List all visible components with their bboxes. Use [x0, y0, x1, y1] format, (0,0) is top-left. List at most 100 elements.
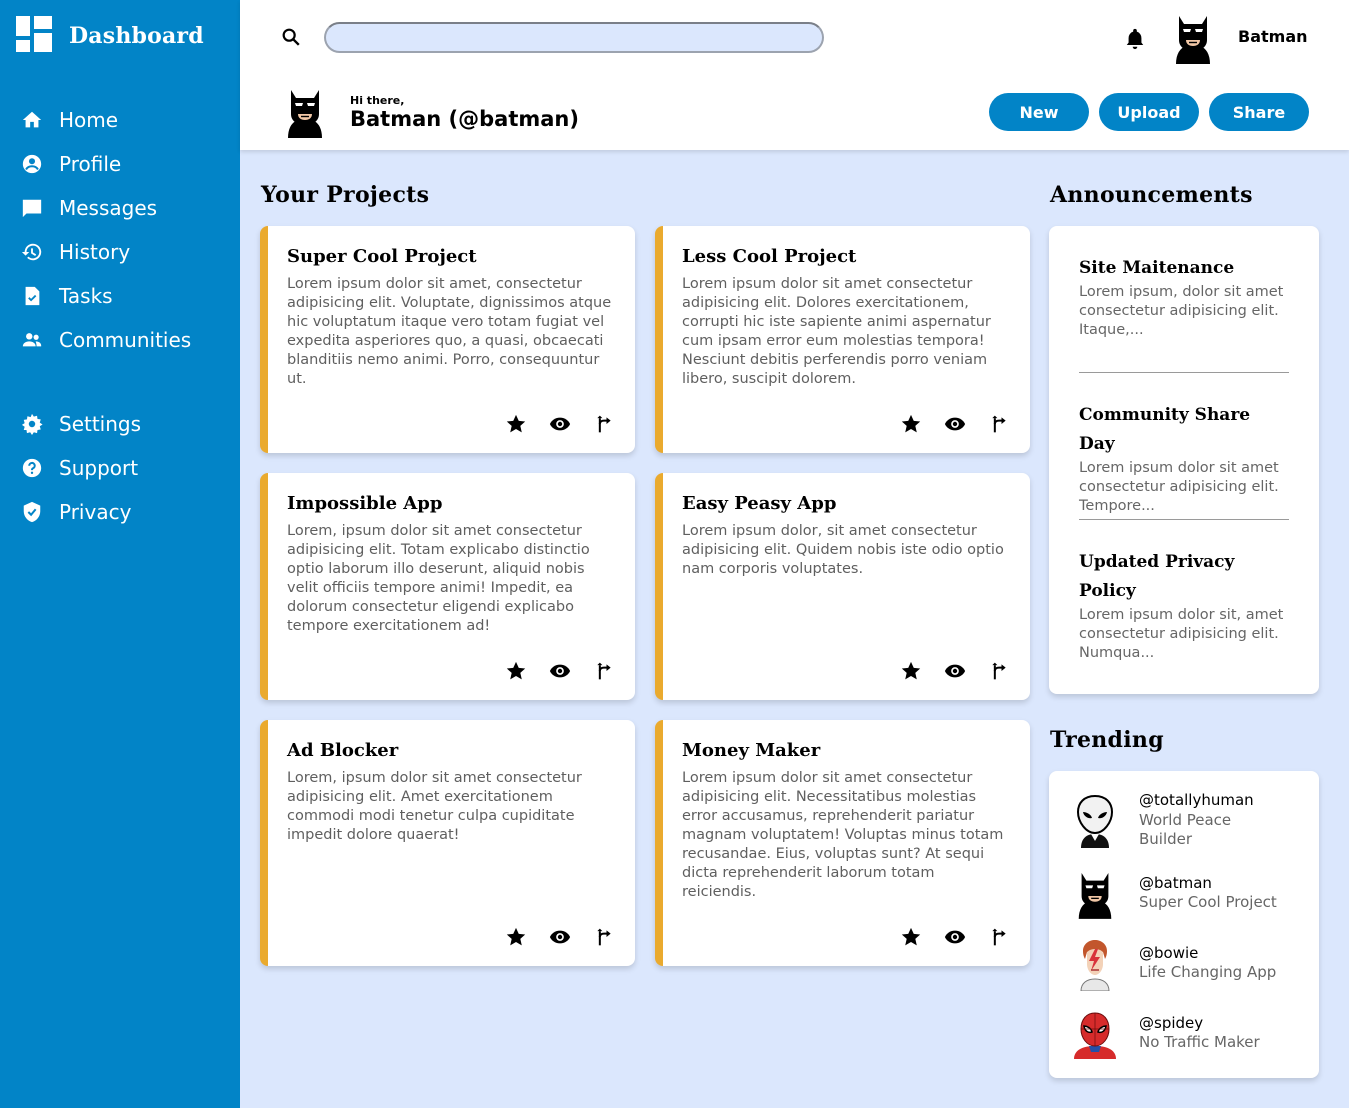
sidebar-item-home[interactable]: Home: [20, 98, 191, 142]
sidebar-item-history[interactable]: History: [20, 230, 191, 274]
gear-icon: [20, 412, 44, 436]
card-actions: [483, 660, 615, 682]
history-icon: [20, 240, 44, 264]
sidebar-item-support[interactable]: Support: [20, 446, 141, 490]
sidebar-item-messages[interactable]: Messages: [20, 186, 191, 230]
sidebar-item-label: Profile: [59, 152, 122, 176]
announcement-item[interactable]: Updated Privacy Policy Lorem ipsum dolor…: [1079, 548, 1283, 663]
star-icon[interactable]: [505, 413, 527, 435]
eye-icon[interactable]: [944, 413, 966, 435]
project-card[interactable]: Super Cool Project Lorem ipsum dolor sit…: [260, 226, 635, 453]
star-icon[interactable]: [900, 413, 922, 435]
sidebar-item-communities[interactable]: Communities: [20, 318, 191, 362]
card-actions: [878, 926, 1010, 948]
project-card[interactable]: Impossible App Lorem, ipsum dolor sit am…: [260, 473, 635, 700]
brand[interactable]: Dashboard: [16, 16, 204, 56]
project-card[interactable]: Ad Blocker Lorem, ipsum dolor sit amet c…: [260, 720, 635, 966]
project-title: Super Cool Project: [287, 246, 477, 267]
project-card[interactable]: Money Maker Lorem ipsum dolor sit amet c…: [655, 720, 1030, 966]
project-title: Money Maker: [682, 740, 821, 761]
announcement-text: Lorem ipsum dolor sit amet consectetur a…: [1079, 460, 1279, 514]
share-button[interactable]: Share: [1209, 93, 1309, 131]
project-description: Lorem ipsum dolor sit amet consectetur a…: [682, 276, 991, 387]
share-fork-icon[interactable]: [593, 413, 615, 435]
dashboard-grid-icon: [16, 16, 52, 56]
profile-avatar: [282, 88, 328, 142]
project-title: Ad Blocker: [287, 740, 399, 761]
eye-icon[interactable]: [944, 660, 966, 682]
eye-icon[interactable]: [549, 413, 571, 435]
sidebar-item-label: Tasks: [59, 284, 113, 308]
search-input[interactable]: [324, 22, 824, 53]
eye-icon[interactable]: [549, 660, 571, 682]
project-description: Lorem, ipsum dolor sit amet consectetur …: [287, 770, 582, 843]
home-icon: [20, 108, 44, 132]
announcement-text: Lorem ipsum, dolor sit amet consectetur …: [1079, 284, 1284, 338]
project-title: Impossible App: [287, 493, 443, 514]
sidebar-item-label: History: [59, 240, 131, 264]
sidebar-item-privacy[interactable]: Privacy: [20, 490, 141, 534]
sidebar-item-settings[interactable]: Settings: [20, 402, 141, 446]
trending-subtitle: World Peace Builder: [1139, 811, 1232, 848]
upload-button[interactable]: Upload: [1099, 93, 1199, 131]
card-actions: [878, 413, 1010, 435]
sidebar-item-profile[interactable]: Profile: [20, 142, 191, 186]
greeting: Hi there,: [350, 94, 405, 107]
share-fork-icon[interactable]: [988, 660, 1010, 682]
sidebar-nav-primary: Home Profile Messages History Tasks Comm…: [20, 98, 191, 362]
divider: [1079, 372, 1289, 373]
announcement-text: Lorem ipsum dolor sit, amet consectetur …: [1079, 607, 1284, 661]
divider: [1079, 519, 1289, 520]
project-card[interactable]: Easy Peasy App Lorem ipsum dolor, sit am…: [655, 473, 1030, 700]
trending-title: Trending: [1050, 727, 1164, 753]
star-icon[interactable]: [505, 660, 527, 682]
batman-avatar: [1071, 865, 1119, 925]
sidebar-item-label: Messages: [59, 196, 158, 220]
trending-handle: @batman: [1139, 874, 1212, 892]
bell-icon[interactable]: [1124, 27, 1146, 55]
username[interactable]: Batman: [1238, 27, 1308, 46]
eye-icon[interactable]: [549, 926, 571, 948]
search-icon[interactable]: [280, 26, 302, 52]
sidebar-item-label: Support: [59, 456, 139, 480]
announcement-item[interactable]: Community Share Day Lorem ipsum dolor si…: [1079, 401, 1289, 516]
announcement-item[interactable]: Site Maitenance Lorem ipsum, dolor sit a…: [1079, 254, 1289, 340]
user-avatar[interactable]: [1170, 14, 1216, 68]
star-icon[interactable]: [900, 660, 922, 682]
announcement-title: Updated Privacy Policy: [1079, 552, 1235, 601]
header: Batman Hi there, Batman (@batman) New Up…: [240, 0, 1349, 150]
trending-item[interactable]: @spidey No Traffic Maker: [1071, 1005, 1321, 1065]
trending-item[interactable]: @batman Super Cool Project: [1071, 865, 1321, 925]
trending-item[interactable]: @bowie Life Changing App: [1071, 935, 1321, 995]
project-title: Easy Peasy App: [682, 493, 837, 514]
trending-panel: @totallyhuman World Peace Builder @batma…: [1049, 771, 1319, 1078]
eye-icon[interactable]: [944, 926, 966, 948]
share-fork-icon[interactable]: [593, 926, 615, 948]
project-description: Lorem ipsum dolor sit amet, consectetur …: [287, 276, 612, 387]
card-actions: [483, 413, 615, 435]
new-button[interactable]: New: [989, 93, 1089, 131]
card-actions: [483, 926, 615, 948]
messages-icon: [20, 196, 44, 220]
trending-subtitle: Life Changing App: [1139, 963, 1277, 981]
help-icon: [20, 456, 44, 480]
trending-handle: @spidey: [1139, 1014, 1204, 1032]
share-fork-icon[interactable]: [988, 413, 1010, 435]
star-icon[interactable]: [900, 926, 922, 948]
bowie-avatar: [1071, 935, 1119, 995]
tasks-icon: [20, 284, 44, 308]
trending-subtitle: Super Cool Project: [1139, 893, 1277, 911]
project-description: Lorem ipsum dolor sit amet consectetur a…: [682, 770, 1004, 900]
sidebar-nav-secondary: Settings Support Privacy: [20, 402, 141, 534]
share-fork-icon[interactable]: [988, 926, 1010, 948]
sidebar: Dashboard Home Profile Messages History …: [0, 0, 240, 1108]
sidebar-item-tasks[interactable]: Tasks: [20, 274, 191, 318]
trending-item[interactable]: @totallyhuman World Peace Builder: [1071, 791, 1321, 851]
trending-handle: @bowie: [1139, 944, 1199, 962]
star-icon[interactable]: [505, 926, 527, 948]
announcement-title: Community Share Day: [1079, 405, 1251, 454]
announcements-title: Announcements: [1050, 182, 1253, 208]
share-fork-icon[interactable]: [593, 660, 615, 682]
project-card[interactable]: Less Cool Project Lorem ipsum dolor sit …: [655, 226, 1030, 453]
trending-subtitle: No Traffic Maker: [1139, 1033, 1260, 1051]
